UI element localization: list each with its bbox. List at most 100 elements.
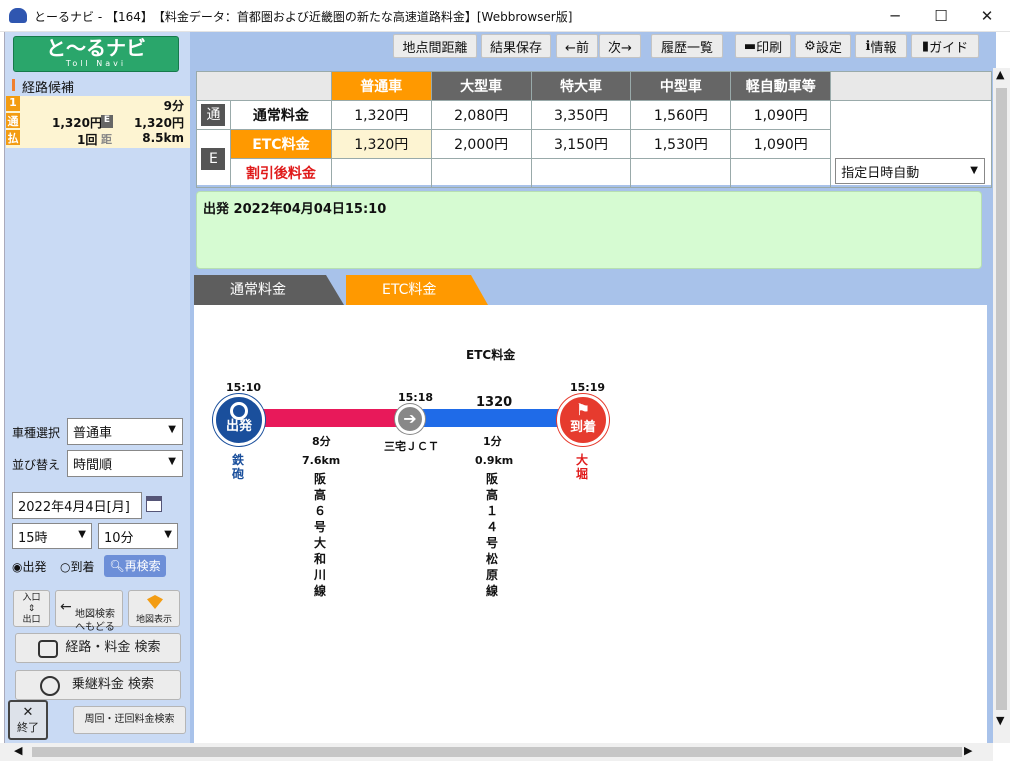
exit-button[interactable]: ✕ 終了: [8, 700, 48, 740]
header-extra-large: 特大車: [530, 71, 632, 101]
book-icon: ▮: [921, 38, 930, 54]
distance-label: 距: [101, 133, 112, 146]
sort-value: 時間順: [73, 458, 113, 473]
guide-button[interactable]: ▮ ガイド: [911, 34, 979, 58]
normal-fare-cell: 1,560円: [630, 100, 732, 130]
transfer-icon: [40, 676, 60, 696]
arrive-radio[interactable]: ○到着: [60, 558, 95, 575]
etc-fare-cell: 1,320円: [330, 129, 432, 159]
route-icon: [38, 640, 58, 658]
scroll-up-icon[interactable]: ▲: [996, 68, 1004, 81]
print-icon: ▬: [743, 38, 757, 54]
segment1-distance: 7.6km: [302, 454, 341, 467]
segment1-line: [260, 409, 410, 427]
route-candidate-item[interactable]: 1 9分 通 1,320円 E 1,320円 払 1回 距 8.5km: [6, 96, 190, 148]
date-input[interactable]: 2022年4月4日[月]: [12, 492, 142, 519]
depart-label: 出発: [22, 560, 47, 574]
discount-row-label: 割引後料金: [229, 158, 332, 188]
save-button[interactable]: 結果保存: [481, 34, 551, 58]
transfer-search-label: 乗継料金 検索: [71, 677, 155, 692]
map-show-button[interactable]: 地図表示: [128, 590, 180, 627]
flag-icon: ⚑: [575, 400, 591, 419]
date-value: 2022年4月4日[月]: [18, 500, 130, 515]
scroll-right-icon[interactable]: ▶: [964, 744, 972, 757]
end-label: 到着: [569, 420, 596, 435]
tab-normal-fare[interactable]: 通常料金: [194, 275, 344, 305]
tab-normal-label: 通常料金: [230, 282, 286, 298]
end-marker: ⚑ 到着: [557, 394, 609, 446]
close-button[interactable]: ✕: [964, 0, 1010, 32]
maximize-button[interactable]: ☐: [918, 0, 964, 32]
scroll-thumb-h[interactable]: [32, 747, 962, 757]
start-label: 出発: [225, 419, 252, 434]
minute-select[interactable]: 10分 ▼: [98, 523, 178, 549]
research-label: 再検索: [124, 559, 161, 573]
end-time: 15:19: [570, 381, 606, 394]
route-search-button[interactable]: 経路・料金 検索: [15, 633, 181, 663]
distance-button[interactable]: 地点間距離: [393, 34, 477, 58]
steering-wheel-icon: [230, 402, 248, 420]
normal-fare-cell: 2,080円: [430, 100, 532, 130]
departure-info: 出発 2022年04月04日15:10: [203, 202, 387, 217]
next-button[interactable]: 次→: [599, 34, 641, 58]
segment1-road: 阪 高 ６ 号 大 和 川 線: [313, 472, 326, 598]
logo: と〜るナビ Toll Navi: [13, 36, 179, 72]
segment2-road: 阪 高 １ ４ 号 松 原 線: [485, 472, 498, 598]
map-show-label: 地図表示: [135, 615, 172, 625]
etc-fare-cell: 3,150円: [530, 129, 632, 159]
date-mode-select[interactable]: 指定日時自動 ▼: [835, 158, 985, 184]
normal-icon: 通: [201, 104, 226, 126]
etc-row-label: ETC料金: [229, 129, 332, 159]
route-time: 9分: [163, 99, 184, 113]
pay-count: 1回: [77, 133, 98, 147]
transfer-search-button[interactable]: 乗継料金 検索: [15, 670, 181, 700]
scroll-down-icon[interactable]: ▼: [996, 714, 1004, 727]
info-box: 出発 2022年04月04日15:10: [196, 191, 982, 269]
chevron-down-icon: ▼: [78, 529, 86, 540]
close-icon: ✕: [22, 705, 34, 720]
end-name: 大 堀: [576, 453, 589, 481]
scroll-left-icon[interactable]: ◀: [14, 744, 22, 757]
horizontal-scrollbar[interactable]: ◀ ▶: [0, 743, 993, 761]
chevron-down-icon: ▼: [168, 456, 176, 467]
print-button[interactable]: ▬ 印刷: [735, 34, 791, 58]
arrow-right-icon: ➔: [403, 409, 417, 428]
entrance-exit-button[interactable]: 入口 ⇕ 出口: [13, 590, 50, 627]
pay-label: 払: [6, 130, 20, 145]
info-label: 情報: [870, 40, 897, 56]
header-large: 大型車: [430, 71, 532, 101]
etc-fare-cell: 1,090円: [730, 129, 832, 159]
gear-icon: ⚙: [804, 38, 816, 54]
map-back-button[interactable]: ← 地図検索 へもどる: [55, 590, 123, 633]
vehicle-value: 普通車: [73, 426, 113, 441]
normal-label: 通: [6, 113, 20, 128]
history-button[interactable]: 履歴一覧: [651, 34, 723, 58]
segment2-line: [410, 409, 570, 427]
vehicle-select[interactable]: 普通車 ▼: [67, 418, 183, 445]
header-regular: 普通車: [330, 71, 432, 101]
depart-radio[interactable]: ◉出発: [12, 558, 47, 575]
fare-table: 普通車 大型車 特大車 中型車 軽自動車等 通 通常料金 1,320円 2,08…: [196, 71, 992, 188]
sort-select[interactable]: 時間順 ▼: [67, 450, 183, 477]
detour-search-button[interactable]: 周回・迂回料金検索: [73, 706, 186, 734]
minimize-button[interactable]: ─: [872, 0, 918, 32]
segment2-distance: 0.9km: [475, 454, 514, 467]
scroll-thumb[interactable]: [996, 88, 1007, 710]
search-icon: 🔍︎: [109, 559, 125, 573]
app-icon: [9, 8, 27, 23]
calendar-icon[interactable]: [146, 496, 162, 512]
research-button[interactable]: 🔍︎再検索: [104, 555, 166, 577]
etc-icon: E: [201, 147, 226, 170]
chevron-down-icon: ▼: [970, 165, 978, 176]
segment1-duration: 8分: [312, 435, 331, 448]
settings-button[interactable]: ⚙ 設定: [795, 34, 851, 58]
prev-button[interactable]: ←前: [556, 34, 598, 58]
sort-label: 並び替え: [12, 458, 61, 472]
tab-etc-label: ETC料金: [382, 282, 437, 298]
tab-etc-fare[interactable]: ETC料金: [346, 275, 488, 305]
normal-fare-cell: 3,350円: [530, 100, 632, 130]
hour-select[interactable]: 15時 ▼: [12, 523, 92, 549]
info-button[interactable]: ℹ 情報: [855, 34, 907, 58]
map-back-label: 地図検索 へもどる: [75, 609, 115, 633]
vertical-scrollbar[interactable]: ▲ ▼: [993, 68, 1010, 743]
